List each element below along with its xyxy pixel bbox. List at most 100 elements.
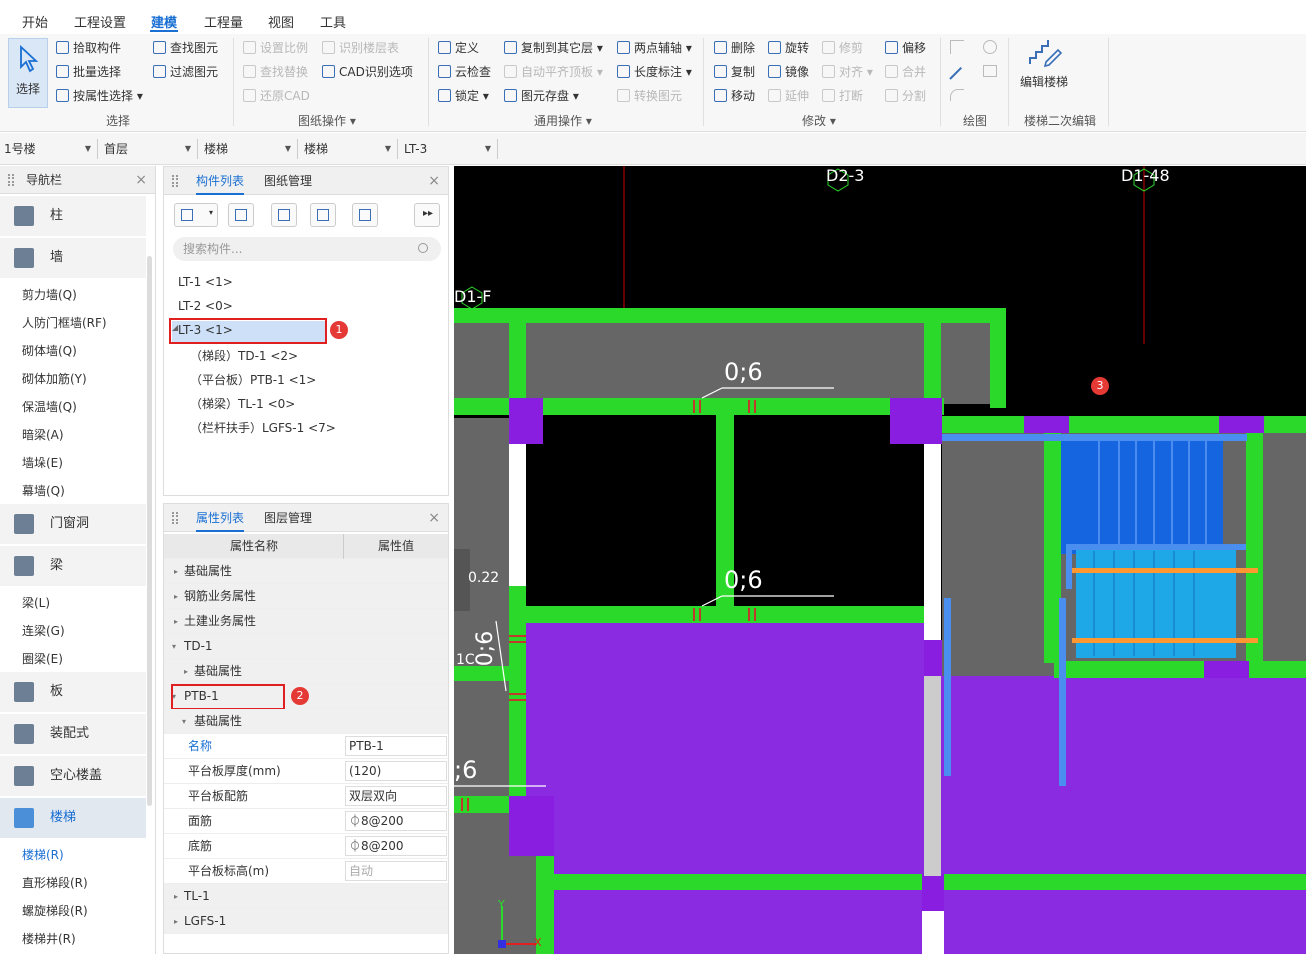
nav-item-straight-flight[interactable]: 直形梯段(R)	[22, 874, 88, 891]
find-replace-button[interactable]: 查找替换	[243, 63, 308, 81]
property-group-row[interactable]: ▸ 基础属性	[164, 659, 448, 684]
nav-category-stair[interactable]: 楼梯	[0, 798, 146, 838]
draw-point-icon[interactable]	[950, 40, 964, 54]
tab-quantities[interactable]: 工程量	[204, 12, 243, 31]
nav-item-spiral-flight[interactable]: 螺旋梯段(R)	[22, 902, 88, 919]
nav-item-masonry-rebar[interactable]: 砌体加筋(Y)	[22, 370, 87, 387]
category-dropdown[interactable]: 楼梯 ▼	[200, 139, 298, 159]
nav-item-stairwell[interactable]: 楼梯井(R)	[22, 930, 76, 947]
delete-component-button[interactable]	[271, 203, 297, 227]
break-button[interactable]: 打断	[822, 87, 863, 105]
property-value-input[interactable]: 双层双向	[345, 786, 447, 806]
select-by-property-button[interactable]: 按属性选择 ▾	[56, 87, 143, 105]
drawing-canvas[interactable]: D2-3 D1-48 D1-F 0;6 0;6 ;6 0;6 0.22 1C Y…	[454, 166, 1306, 954]
move-button[interactable]: 移动	[714, 87, 755, 105]
copy-button[interactable]: 复制	[714, 63, 755, 81]
copy-component-button[interactable]	[228, 203, 254, 227]
property-value-input[interactable]: ⏀8@200	[345, 836, 447, 856]
align-button[interactable]: 对齐 ▾	[822, 63, 873, 81]
tab-component-list[interactable]: 构件列表	[196, 167, 245, 195]
convert-element-button[interactable]: 转换图元	[617, 87, 682, 105]
find-element-button[interactable]: 查找图元	[153, 39, 218, 57]
select-button[interactable]: 选择	[8, 38, 48, 108]
draw-curve-icon[interactable]	[950, 89, 964, 101]
tab-view[interactable]: 视图	[268, 12, 294, 31]
component-item-ptb1[interactable]: （平台板）PTB-1 <1>	[190, 371, 316, 388]
trim-button[interactable]: 修剪	[822, 39, 863, 57]
layer-copy-button[interactable]	[310, 203, 336, 227]
close-icon[interactable]: ×	[428, 167, 440, 195]
property-value-input[interactable]: ⏀8@200	[345, 811, 447, 831]
nav-item-coupling-beam[interactable]: 连梁(G)	[22, 622, 65, 639]
length-dim-button[interactable]: 长度标注 ▾	[617, 63, 692, 81]
edit-stair-button[interactable]: 编辑楼梯	[1016, 38, 1072, 98]
two-point-axis-button[interactable]: 两点辅轴 ▾	[617, 39, 692, 57]
close-icon[interactable]: ×	[135, 166, 147, 194]
property-group-row[interactable]: ▾ TD-1	[164, 634, 448, 659]
pick-component-button[interactable]: 拾取构件	[56, 39, 121, 57]
nav-item-shear-wall[interactable]: 剪力墙(Q)	[22, 286, 77, 303]
merge-button[interactable]: 合并	[885, 63, 926, 81]
property-group-row[interactable]: ▸ TL-1	[164, 884, 448, 909]
identify-floor-button[interactable]: 识别楼层表	[322, 39, 399, 57]
nav-item-civil-defense-wall[interactable]: 人防门框墙(RF)	[22, 314, 107, 331]
property-group-row[interactable]: ▸ 钢筋业务属性	[164, 584, 448, 609]
component-search-input[interactable]: 搜索构件...	[173, 237, 441, 261]
nav-item-curtain-wall[interactable]: 幕墙(Q)	[22, 482, 65, 499]
type-dropdown[interactable]: 楼梯 ▼	[300, 139, 398, 159]
nav-category-slab[interactable]: 板	[0, 672, 146, 712]
building-dropdown[interactable]: 1号楼 ▼	[0, 139, 98, 159]
nav-category-wall[interactable]: 墙	[0, 238, 146, 278]
draw-rect-icon[interactable]	[983, 65, 997, 77]
nav-item-ring-beam[interactable]: 圈梁(E)	[22, 650, 63, 667]
tab-modeling[interactable]: 建模	[151, 12, 177, 31]
delete-button[interactable]: 删除	[714, 39, 755, 57]
nav-category-openings[interactable]: 门窗洞	[0, 504, 146, 544]
property-value-input[interactable]: (120)	[345, 761, 447, 781]
batch-select-button[interactable]: 批量选择	[56, 63, 121, 81]
nav-item-hidden-beam[interactable]: 暗梁(A)	[22, 426, 64, 443]
restore-cad-button[interactable]: 还原CAD	[243, 87, 310, 105]
tab-project-settings[interactable]: 工程设置	[74, 12, 126, 31]
rotate-button[interactable]: 旋转	[768, 39, 809, 57]
cad-options-button[interactable]: CAD识别选项	[322, 63, 413, 81]
nav-item-masonry-wall[interactable]: 砌体墙(Q)	[22, 342, 77, 359]
drag-grip-icon[interactable]	[8, 174, 14, 186]
property-group-row[interactable]: ▸ LGFS-1	[164, 909, 448, 934]
extend-button[interactable]: 延伸	[768, 87, 809, 105]
tab-tools[interactable]: 工具	[320, 12, 346, 31]
copy-to-floor-button[interactable]: 复制到其它层 ▾	[504, 39, 603, 57]
new-component-button[interactable]: ▾	[174, 203, 218, 227]
save-element-button[interactable]: 图元存盘 ▾	[504, 87, 579, 105]
component-item-lt2[interactable]: LT-2 <0>	[178, 299, 233, 313]
tab-drawing-management[interactable]: 图纸管理	[264, 167, 312, 195]
nav-category-beam[interactable]: 梁	[0, 546, 146, 586]
nav-item-insulation-wall[interactable]: 保温墙(Q)	[22, 398, 77, 415]
cloud-check-button[interactable]: 云检查	[438, 63, 491, 81]
cad-drawing[interactable]	[454, 166, 1306, 954]
property-group-row[interactable]: ▸ 基础属性	[164, 559, 448, 584]
offset-button[interactable]: 偏移	[885, 39, 926, 57]
draw-arc-icon[interactable]	[983, 40, 997, 54]
more-button[interactable]: ▸▸	[414, 203, 440, 227]
floor-dropdown[interactable]: 首层 ▼	[100, 139, 198, 159]
tab-layer-management[interactable]: 图层管理	[264, 504, 312, 532]
component-item-td1[interactable]: （梯段）TD-1 <2>	[190, 347, 298, 364]
tab-property-list[interactable]: 属性列表	[196, 504, 245, 532]
property-group-row[interactable]: ▸ 土建业务属性	[164, 609, 448, 634]
auto-align-button[interactable]: 自动平齐顶板 ▾	[504, 63, 603, 81]
set-scale-button[interactable]: 设置比例	[243, 39, 308, 57]
tab-start[interactable]: 开始	[22, 12, 48, 31]
nav-category-column[interactable]: 柱	[0, 196, 146, 236]
property-value-input[interactable]: 自动	[345, 861, 447, 881]
component-item-lt1[interactable]: LT-1 <1>	[178, 275, 233, 289]
lock-button[interactable]: 锁定 ▾	[438, 87, 489, 105]
save-component-button[interactable]	[352, 203, 378, 227]
property-value-input[interactable]: PTB-1	[345, 736, 447, 756]
draw-line-icon[interactable]	[949, 66, 963, 80]
drag-grip-icon[interactable]	[172, 175, 178, 187]
close-icon[interactable]: ×	[428, 504, 440, 532]
nav-item-beam[interactable]: 梁(L)	[22, 594, 50, 611]
component-dropdown[interactable]: LT-3 ▼	[400, 139, 498, 159]
nav-item-wall-pier[interactable]: 墙垛(E)	[22, 454, 63, 471]
